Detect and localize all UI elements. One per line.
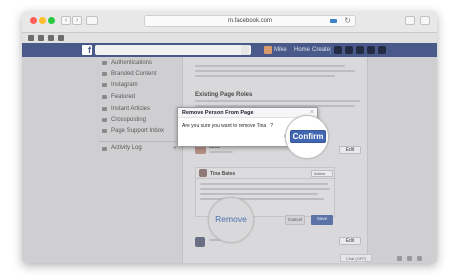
- header-divider: [330, 46, 331, 54]
- description-line: [195, 100, 360, 102]
- reload-icon[interactable]: ↻: [344, 16, 351, 26]
- chat-search-icon[interactable]: [417, 256, 422, 261]
- sidebar-toggle-icon[interactable]: [86, 16, 98, 25]
- dialog-title: Remove Person From Page: [182, 110, 254, 116]
- role-description-line: [200, 183, 328, 185]
- sidebar-item-branded-content[interactable]: Branded Content: [99, 69, 179, 79]
- sidebar-item-label: Page Support Inbox: [111, 128, 165, 134]
- cancel-button[interactable]: Cancel: [285, 215, 305, 225]
- branded-content-icon: [102, 72, 107, 76]
- sidebar-item-instagram[interactable]: Instagram: [99, 80, 179, 90]
- screenshot-stage: ‹ › m.facebook.com ↻ f Mike Home Create …: [0, 0, 470, 280]
- role-name[interactable]: Tina Bates: [210, 171, 235, 177]
- share-icon[interactable]: [405, 16, 415, 25]
- bookmark-icon[interactable]: [28, 35, 34, 41]
- remove-callout: Remove: [208, 197, 254, 243]
- description-line: [195, 65, 345, 67]
- address-bar[interactable]: m.facebook.com ↻: [144, 15, 356, 27]
- minimize-window-icon[interactable]: [39, 17, 46, 24]
- messages-icon[interactable]: [345, 46, 353, 54]
- dialog-message-text: Are you sure you want to remove Tina: [182, 123, 267, 129]
- close-window-icon[interactable]: [30, 17, 37, 24]
- description-line: [195, 70, 355, 72]
- instant-articles-icon: [102, 107, 107, 111]
- home-link[interactable]: Home: [294, 46, 310, 54]
- inbox-icon: [102, 129, 107, 133]
- sidebar-item-label: Activity Log: [111, 145, 142, 151]
- bookmark-icon[interactable]: [48, 35, 54, 41]
- sidebar-item-featured[interactable]: Featured: [99, 92, 179, 102]
- back-icon[interactable]: ‹: [61, 16, 71, 25]
- facebook-search-input[interactable]: [95, 45, 251, 55]
- authentications-icon: [102, 61, 107, 65]
- cancel-label: Cancel: [287, 217, 302, 222]
- notifications-icon[interactable]: [356, 46, 364, 54]
- avatar: [199, 169, 207, 177]
- activity-log-icon: [102, 147, 107, 151]
- edit-role-button[interactable]: Edit: [339, 237, 361, 245]
- sidebar-item-label: Authentications: [111, 60, 153, 66]
- zoom-window-icon[interactable]: [48, 17, 55, 24]
- role-select[interactable]: Admin: [311, 170, 333, 177]
- confirm-button[interactable]: Confirm: [290, 130, 326, 143]
- role-subtitle: [209, 151, 233, 153]
- browser-toolbar: ‹ › m.facebook.com ↻: [22, 11, 437, 33]
- remove-link[interactable]: Remove: [209, 214, 253, 224]
- bookmarks-bar: [22, 33, 437, 43]
- avatar: [195, 237, 205, 247]
- role-edit-header: Tina Bates Admin: [196, 168, 336, 179]
- save-button[interactable]: Save: [311, 215, 333, 225]
- bookmark-icon[interactable]: [38, 35, 44, 41]
- page-roles-panel: Existing Page Roles Mike Edit Tina Bates…: [182, 57, 368, 263]
- sidebar-item-page-support-inbox[interactable]: Page Support Inbox: [99, 126, 179, 136]
- chat-options-icon[interactable]: [407, 256, 412, 261]
- tabs-overview-icon[interactable]: [420, 16, 430, 25]
- sidebar-item-label: Crossposting: [111, 117, 147, 123]
- description-line: [195, 75, 335, 77]
- account-menu-icon[interactable]: [378, 46, 386, 54]
- star-icon: [102, 95, 107, 99]
- friend-requests-icon[interactable]: [334, 46, 342, 54]
- address-url: m.facebook.com: [227, 18, 273, 24]
- text-cursor-icon: ?: [270, 123, 273, 129]
- search-icon[interactable]: [241, 45, 249, 55]
- facebook-logo[interactable]: f: [82, 45, 92, 55]
- role-description-line: [200, 188, 330, 190]
- browser-window: ‹ › m.facebook.com ↻ f Mike Home Create …: [22, 11, 437, 263]
- sidebar-item-label: Instant Articles: [111, 106, 151, 112]
- role-description-line: [200, 193, 318, 195]
- dialog-message: Are you sure you want to remove Tina?: [182, 123, 273, 129]
- help-icon[interactable]: [367, 46, 375, 54]
- section-title: Existing Page Roles: [195, 92, 253, 98]
- settings-sidebar: Authentications Branded Content Instagra…: [99, 57, 179, 157]
- bookmark-icon[interactable]: [58, 35, 64, 41]
- profile-link[interactable]: Mike: [274, 46, 287, 54]
- sidebar-item-crossposting[interactable]: Crossposting: [99, 115, 179, 125]
- profile-avatar[interactable]: [264, 46, 272, 54]
- sidebar-item-label: Branded Content: [111, 71, 157, 77]
- sidebar-item-activity-log[interactable]: Activity Log +: [99, 143, 181, 154]
- sidebar-item-label: Instagram: [111, 82, 138, 88]
- edit-role-button[interactable]: Edit: [339, 146, 361, 154]
- confirm-callout: Confirm: [285, 115, 329, 159]
- sidebar-item-authentications[interactable]: Authentications: [99, 58, 179, 68]
- audio-playing-icon[interactable]: [330, 19, 337, 23]
- new-message-icon[interactable]: [397, 256, 402, 261]
- sidebar-divider: [99, 141, 181, 142]
- chat-status[interactable]: Chat (OFF): [340, 254, 372, 262]
- create-link[interactable]: Create: [312, 46, 330, 54]
- crossposting-icon: [102, 118, 107, 122]
- forward-icon[interactable]: ›: [72, 16, 82, 25]
- save-label: Save: [316, 216, 328, 221]
- sidebar-item-label: Featured: [111, 94, 136, 100]
- sidebar-item-instant-articles[interactable]: Instant Articles: [99, 104, 179, 114]
- instagram-icon: [102, 83, 107, 87]
- facebook-header: f Mike Home Create: [22, 43, 437, 57]
